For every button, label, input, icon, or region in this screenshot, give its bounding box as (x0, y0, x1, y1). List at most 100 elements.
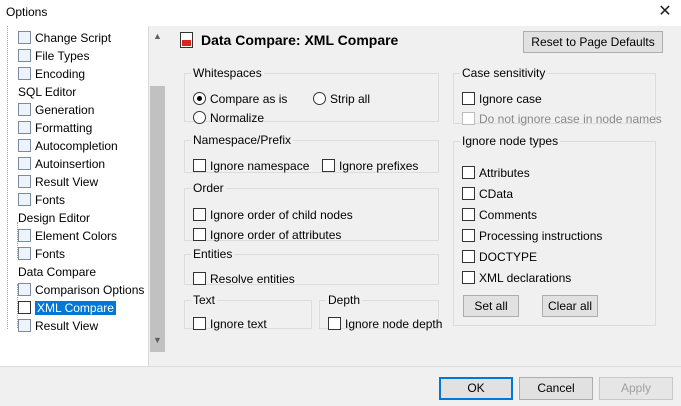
tree-line (7, 26, 8, 329)
palette-icon (18, 229, 31, 242)
tree-item-change-script[interactable]: Change Script (18, 29, 111, 47)
ignore-text-checkbox[interactable]: Ignore text (193, 316, 267, 332)
resolve-entities-checkbox[interactable]: Resolve entities (193, 271, 295, 287)
generation-icon (18, 103, 31, 116)
tree-scrollbar[interactable]: ▲ ▼ (149, 26, 166, 366)
tree-item-generation[interactable]: Generation (18, 101, 94, 119)
clear-all-button[interactable]: Clear all (542, 295, 598, 317)
cancel-button[interactable]: Cancel (519, 377, 593, 400)
order-group: Order Ignore order of child nodes Ignore… (184, 181, 439, 243)
group-legend: Case sensitivity (462, 66, 546, 80)
ignore-processing-instructions-checkbox[interactable]: Processing instructions (462, 228, 602, 244)
entities-group: Entities Resolve entities (184, 247, 439, 287)
grid-icon (18, 319, 31, 332)
checkbox-box (462, 92, 475, 105)
tree-item-sql-editor[interactable]: SQL Editor (18, 83, 76, 101)
ignore-node-types-group: Ignore node types Attributes CData Comme… (453, 134, 656, 326)
encoding-icon (18, 67, 31, 80)
do-not-ignore-node-names-checkbox[interactable]: Do not ignore case in node names (462, 111, 662, 127)
ignore-namespace-checkbox[interactable]: Ignore namespace (193, 158, 309, 174)
close-icon[interactable]: ✕ (657, 2, 673, 22)
group-legend: Namespace/Prefix (193, 133, 292, 147)
scroll-down-icon[interactable]: ▼ (149, 332, 166, 349)
group-legend: Ignore node types (462, 134, 559, 148)
scroll-up-icon[interactable]: ▲ (149, 28, 166, 45)
radio-indicator (193, 111, 206, 124)
checkbox-box (328, 317, 341, 330)
autoinsertion-icon (18, 157, 31, 170)
namespace-group: Namespace/Prefix Ignore namespace Ignore… (184, 133, 439, 173)
ignore-doctype-checkbox[interactable]: DOCTYPE (462, 249, 537, 265)
tree-item-encoding[interactable]: Encoding (18, 65, 85, 83)
depth-group: Depth Ignore node depth (319, 293, 442, 332)
ignore-cdata-checkbox[interactable]: CData (462, 186, 513, 202)
xml-compare-icon (18, 301, 31, 314)
checkbox-box (193, 208, 206, 221)
ignore-node-depth-checkbox[interactable]: Ignore node depth (328, 316, 442, 332)
scroll-thumb[interactable] (150, 86, 165, 352)
group-legend: Entities (193, 247, 233, 261)
ignore-prefixes-checkbox[interactable]: Ignore prefixes (322, 158, 418, 174)
group-legend: Text (193, 293, 216, 307)
case-sensitivity-group: Case sensitivity Ignore case Do not igno… (453, 66, 662, 126)
text-group: Text Ignore text (184, 293, 312, 332)
normalize-radio[interactable]: Normalize (193, 110, 264, 126)
tree-item-autocompletion[interactable]: Autocompletion (18, 137, 118, 155)
reset-defaults-button[interactable]: Reset to Page Defaults (523, 31, 663, 53)
checkbox-box (462, 187, 475, 200)
checkbox-box (322, 159, 335, 172)
checkbox-box (462, 271, 475, 284)
comparison-icon (18, 283, 31, 296)
options-page: Data Compare: XML Compare Reset to Page … (170, 26, 681, 366)
checkbox-box (462, 250, 475, 263)
compare-as-is-radio[interactable]: Compare as is (193, 91, 287, 107)
tree-item-sql-result-view[interactable]: Result View (18, 173, 98, 191)
grid-icon (18, 175, 31, 188)
checkbox-box (462, 112, 475, 125)
xml-compare-icon (180, 32, 193, 48)
ignore-case-checkbox[interactable]: Ignore case (462, 91, 542, 107)
checkbox-box (193, 317, 206, 330)
tree-item-design-fonts[interactable]: Fonts (18, 245, 65, 263)
strip-all-radio[interactable]: Strip all (313, 91, 370, 107)
set-all-button[interactable]: Set all (463, 295, 519, 317)
tree-item-element-colors[interactable]: Element Colors (18, 227, 117, 245)
checkbox-box (193, 272, 206, 285)
ignore-xml-declarations-checkbox[interactable]: XML declarations (462, 270, 571, 286)
page-header: Data Compare: XML Compare (180, 32, 398, 54)
ignore-child-order-checkbox[interactable]: Ignore order of child nodes (193, 207, 353, 223)
tree-item-compare-result-view[interactable]: Result View (18, 317, 98, 335)
checkbox-box (462, 166, 475, 179)
file-types-icon (18, 49, 31, 62)
tree-item-formatting[interactable]: Formatting (18, 119, 92, 137)
whitespaces-group: Whitespaces Compare as is Strip all Norm… (184, 66, 439, 125)
tree-item-sql-fonts[interactable]: Fonts (18, 191, 65, 209)
group-legend: Order (193, 181, 224, 195)
radio-indicator (193, 92, 206, 105)
checkbox-box (462, 208, 475, 221)
apply-button[interactable]: Apply (599, 377, 673, 400)
autocompletion-icon (18, 139, 31, 152)
font-icon (18, 247, 31, 260)
tree-item-design-editor[interactable]: Design Editor (18, 209, 90, 227)
tree-item-comparison-options[interactable]: Comparison Options (18, 281, 144, 299)
ignore-attributes-checkbox[interactable]: Attributes (462, 165, 530, 181)
ignore-comments-checkbox[interactable]: Comments (462, 207, 537, 223)
formatting-icon (18, 121, 31, 134)
tree-item-autoinsertion[interactable]: Autoinsertion (18, 155, 105, 173)
checkbox-box (193, 228, 206, 241)
checkbox-box (462, 229, 475, 242)
group-legend: Whitespaces (193, 66, 262, 80)
tree-item-xml-compare[interactable]: XML Compare (18, 299, 116, 317)
checkbox-box (193, 159, 206, 172)
ignore-attribute-order-checkbox[interactable]: Ignore order of attributes (193, 227, 341, 243)
radio-indicator (313, 92, 326, 105)
tree-item-data-compare[interactable]: Data Compare (18, 263, 96, 281)
window-title: Options (6, 5, 48, 19)
ok-button[interactable]: OK (439, 377, 513, 400)
tree-item-file-types[interactable]: File Types (18, 47, 89, 65)
group-legend: Depth (328, 293, 361, 307)
font-icon (18, 193, 31, 206)
page-title: Data Compare: XML Compare (201, 32, 399, 48)
options-tree[interactable]: Change Script File Types Encoding SQL Ed… (0, 26, 149, 366)
